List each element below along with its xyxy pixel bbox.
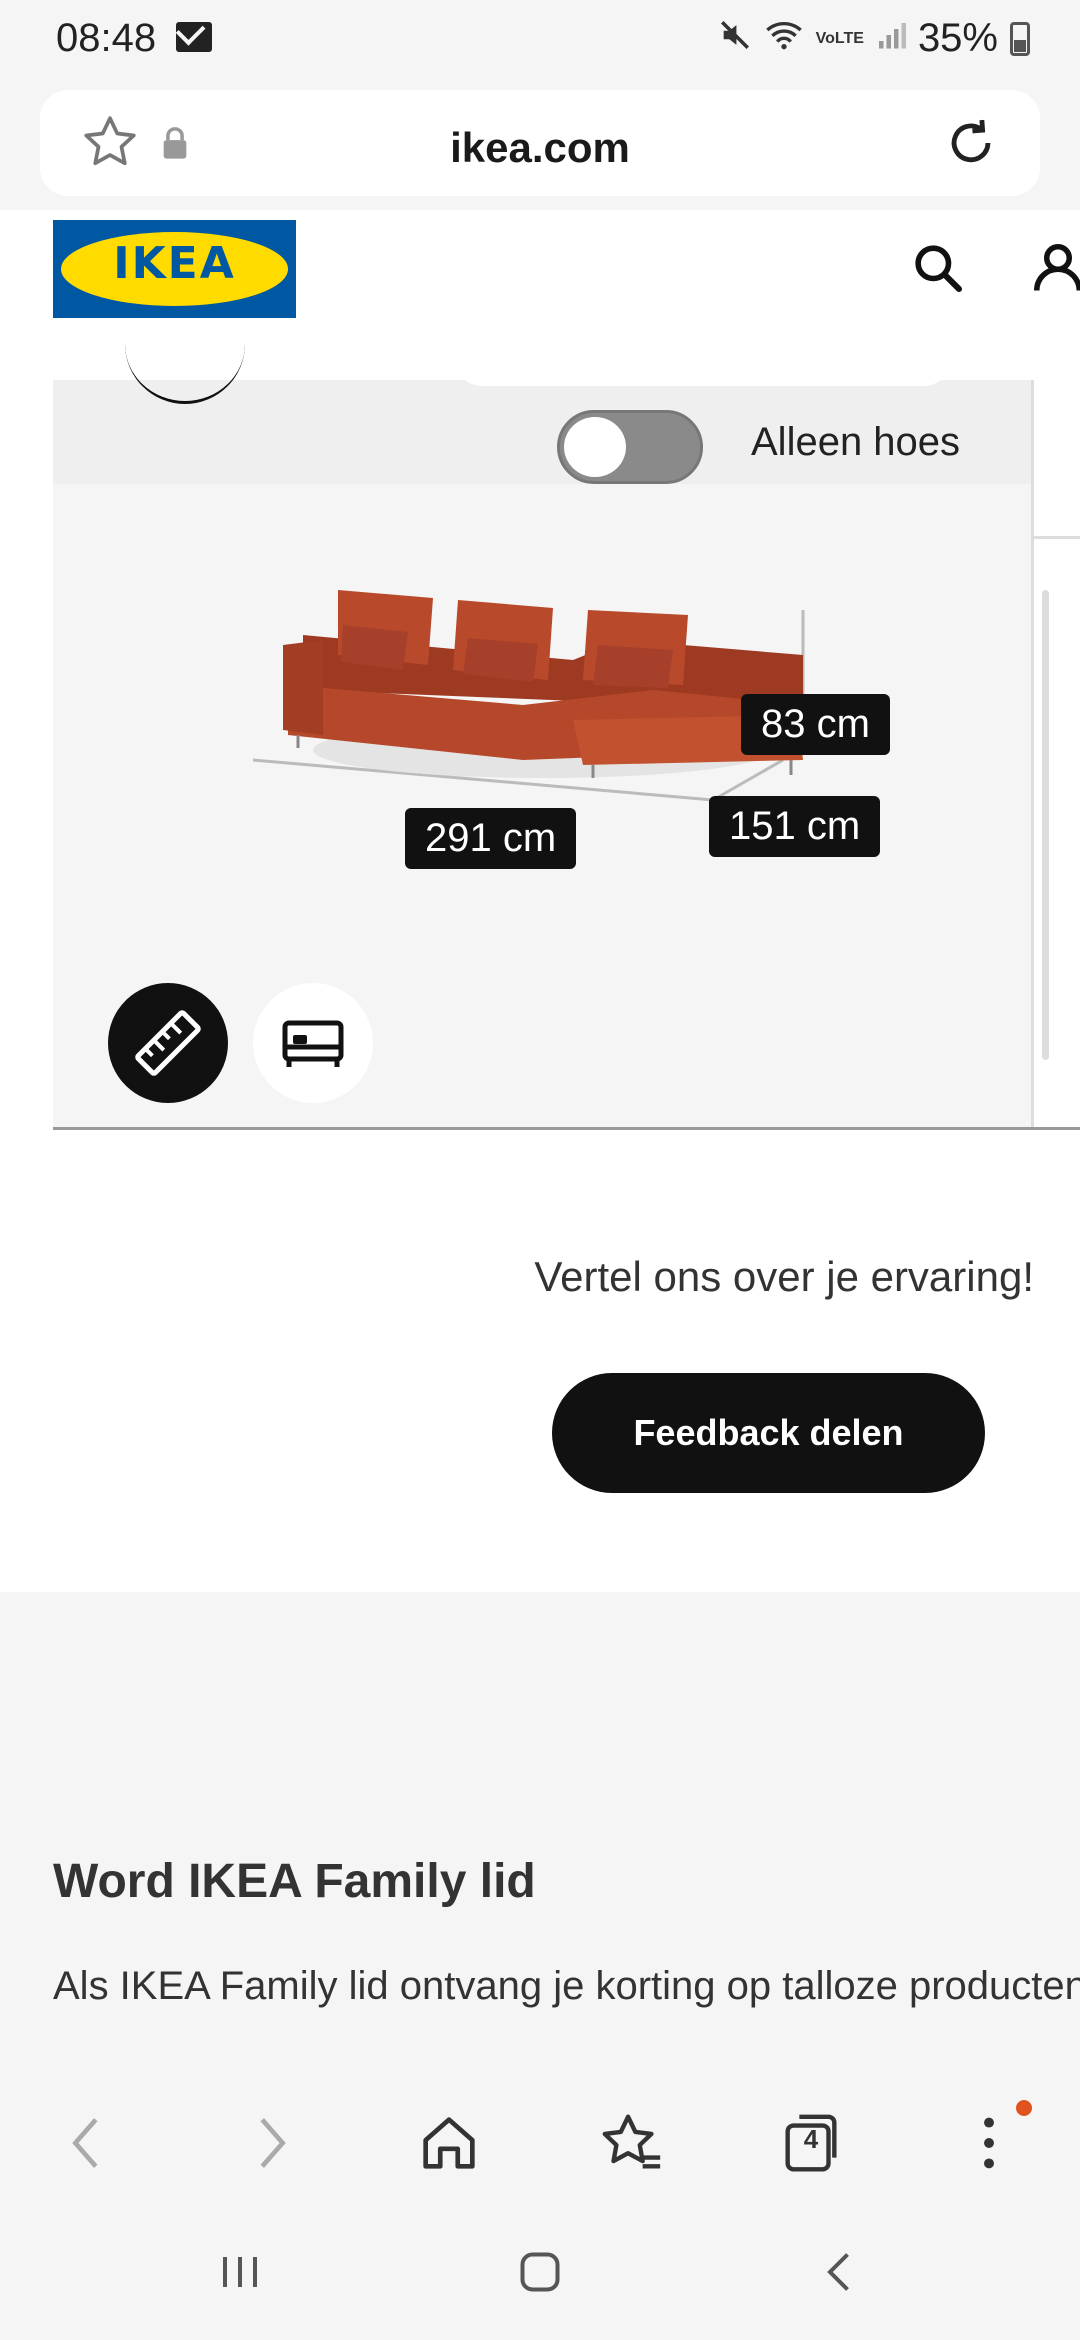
- status-indicators: VoLTE 35%: [718, 16, 1030, 61]
- wifi-icon: [764, 18, 804, 60]
- dimension-height: 83 cm: [741, 694, 890, 755]
- battery-icon: [1010, 21, 1030, 56]
- address-bar[interactable]: ikea.com: [40, 90, 1040, 196]
- ikea-logo[interactable]: IKEA: [53, 220, 296, 318]
- volte-icon: VoLTE: [815, 29, 864, 47]
- search-icon[interactable]: [910, 240, 966, 296]
- ruler-icon: [135, 1010, 201, 1076]
- viewer-divider: [53, 1127, 1080, 1130]
- notification-dot: [1016, 2100, 1032, 2116]
- account-icon[interactable]: [1028, 238, 1080, 298]
- forward-icon[interactable]: [236, 2108, 306, 2178]
- bookmarks-icon[interactable]: [596, 2108, 666, 2178]
- back-nav-icon[interactable]: [810, 2242, 870, 2302]
- viewer-toolbar: Alleen hoes: [53, 350, 1031, 484]
- viewer-control-partial[interactable]: [125, 340, 245, 404]
- more-icon[interactable]: [954, 2108, 1024, 2178]
- status-time: 08:48: [56, 16, 157, 60]
- product-viewer: Alleen hoes 83 cm 151 cm 291 cm: [53, 350, 1080, 1130]
- family-title: Word IKEA Family lid: [53, 1855, 536, 1908]
- home-nav-icon[interactable]: [510, 2242, 570, 2302]
- cover-only-label: Alleen hoes: [751, 420, 961, 464]
- tabs-button[interactable]: 4: [776, 2108, 846, 2178]
- feedback-button[interactable]: Feedback delen: [552, 1373, 985, 1493]
- toggle-knob: [564, 417, 626, 477]
- cover-only-toggle[interactable]: [557, 410, 703, 484]
- measure-button[interactable]: [108, 983, 228, 1103]
- status-bar: 08:48 VoLTE 35%: [0, 0, 1080, 80]
- home-icon[interactable]: [414, 2108, 484, 2178]
- battery-percent: 35%: [917, 16, 998, 60]
- room-view-button[interactable]: [253, 983, 373, 1103]
- recent-apps-icon[interactable]: [210, 2242, 270, 2302]
- dimension-depth: 151 cm: [709, 796, 881, 857]
- browser-bottom-nav: 4: [0, 2072, 1080, 2212]
- system-nav-bar: [0, 2212, 1080, 2340]
- bed-icon: [282, 1020, 344, 1067]
- reload-icon[interactable]: [942, 114, 1000, 172]
- mute-icon: [718, 18, 752, 60]
- family-text: Als IKEA Family lid ontvang je korting o…: [53, 1964, 1080, 2008]
- browser-toolbar: ikea.com: [0, 80, 1080, 210]
- logo-text: IKEA: [113, 238, 236, 289]
- back-icon[interactable]: [52, 2108, 122, 2178]
- tabs-count: 4: [803, 2124, 819, 2154]
- viewer-pill-partial[interactable]: [453, 350, 953, 386]
- feedback-prompt: Vertel ons over je ervaring!: [534, 1253, 1034, 1300]
- url-text[interactable]: ikea.com: [40, 124, 1040, 172]
- family-section: Word IKEA Family lid Als IKEA Family lid…: [0, 1592, 1080, 2072]
- mail-notification-icon: [176, 22, 212, 52]
- dimension-width: 291 cm: [405, 808, 577, 869]
- viewer-scrollbar[interactable]: [1042, 590, 1049, 1060]
- signal-icon: [876, 18, 906, 60]
